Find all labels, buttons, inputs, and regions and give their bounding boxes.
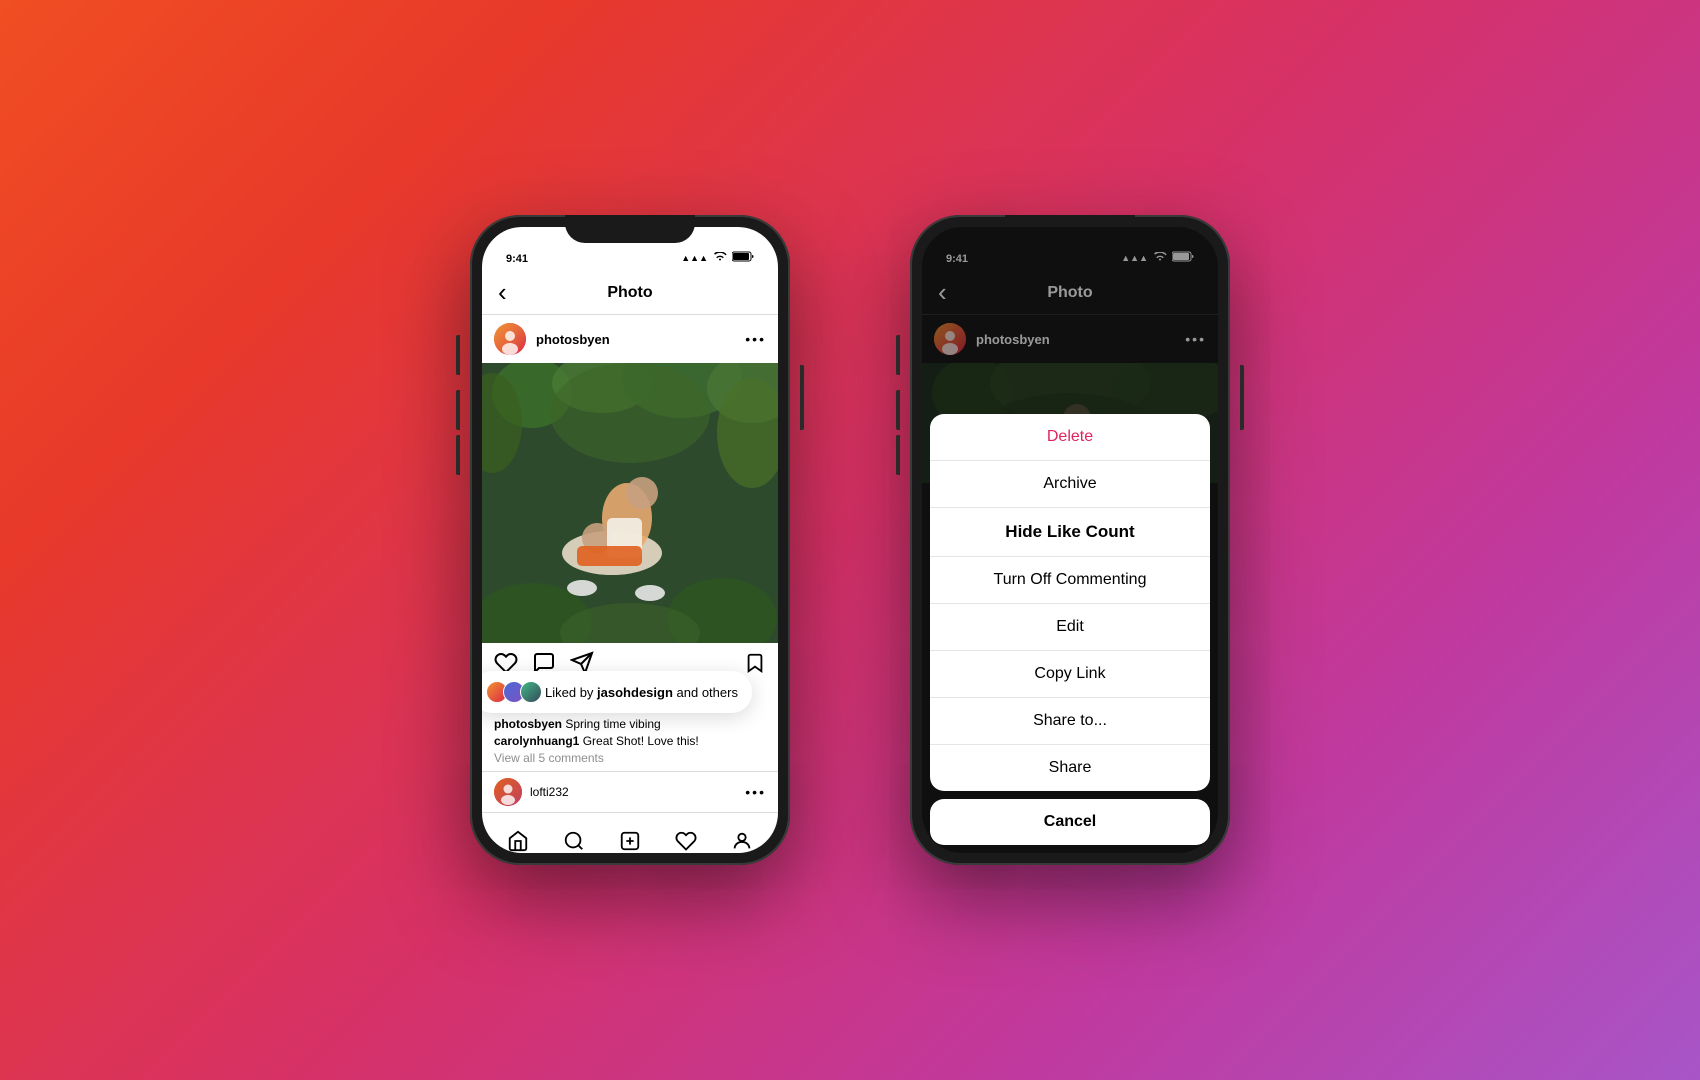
avatar-left[interactable] [494,323,526,355]
notch-left [565,215,695,243]
search-nav-icon[interactable] [554,821,594,854]
action-sheet-turn-off-commenting[interactable]: Turn Off Commenting [930,557,1210,604]
phone-right: 9:41 ▲▲▲ ‹ Photo [910,215,1230,865]
add-nav-icon[interactable] [610,821,650,854]
comment-more-btn[interactable]: ••• [745,784,766,800]
commenter-avatar [494,778,522,806]
heart-nav-icon[interactable] [666,821,706,854]
user-row-left: photosbyen ••• [482,315,778,363]
username-left[interactable]: photosbyen [536,332,735,347]
action-sheet-share-to[interactable]: Share to... [930,698,1210,745]
action-sheet-archive[interactable]: Archive [930,461,1210,508]
action-sheet-share[interactable]: Share [930,745,1210,791]
phone-right-screen: 9:41 ▲▲▲ ‹ Photo [922,227,1218,853]
caption-left: photosbyen Spring time vibing [482,715,778,733]
liked-bubble: Liked by jasohdesign and others [482,671,752,713]
comment-text-1: Great Shot! Love this! [583,734,699,748]
home-nav-icon[interactable] [498,821,538,854]
profile-nav-icon[interactable] [722,821,762,854]
action-sheet-cancel[interactable]: Cancel [930,799,1210,845]
phone-left: 9:41 ▲▲▲ ‹ Photo [470,215,790,865]
nav-bar-left: ‹ Photo [482,271,778,315]
photo-overlay-left [482,363,778,643]
commenter-name: lofti232 [530,785,737,799]
status-time-left: 9:41 [506,253,528,265]
wifi-icon-left [713,252,727,265]
battery-icon-left [732,251,754,265]
signal-icon-left: ▲▲▲ [681,253,708,263]
action-sheet-delete[interactable]: Delete [930,414,1210,461]
bubble-avatar-3 [520,681,542,703]
caption-username: photosbyen [494,717,562,731]
bubble-text: Liked by jasohdesign and others [545,685,738,700]
bubble-username: jasohdesign [597,685,673,700]
comment-left-1: carolynhuang1 Great Shot! Love this! [482,733,778,749]
bookmark-icon-left[interactable] [744,652,766,680]
page-title-left: Photo [607,284,652,302]
comment-input-row: lofti232 ••• [482,771,778,812]
commenter-name-1: carolynhuang1 [494,734,579,748]
caption-text: Spring time vibing [565,717,660,731]
action-sheet-copy-link[interactable]: Copy Link [930,651,1210,698]
liked-row-left: Liked by jasohdesign and others [482,689,778,693]
action-sheet: Delete Archive Hide Like Count Turn Off … [922,414,1218,853]
more-button-left[interactable]: ••• [745,331,766,347]
view-comments-left[interactable]: View all 5 comments [482,749,778,767]
status-icons-left: ▲▲▲ [681,251,754,265]
action-sheet-menu: Delete Archive Hide Like Count Turn Off … [930,414,1210,791]
action-sheet-hide-like-count[interactable]: Hide Like Count [930,508,1210,557]
bottom-nav-left [482,812,778,853]
phone-left-screen: 9:41 ▲▲▲ ‹ Photo [482,227,778,853]
bubble-avatars [486,681,537,703]
action-sheet-overlay: Delete Archive Hide Like Count Turn Off … [922,227,1218,853]
action-sheet-edit[interactable]: Edit [930,604,1210,651]
back-button-left[interactable]: ‹ [498,277,507,308]
post-photo-left [482,363,778,643]
